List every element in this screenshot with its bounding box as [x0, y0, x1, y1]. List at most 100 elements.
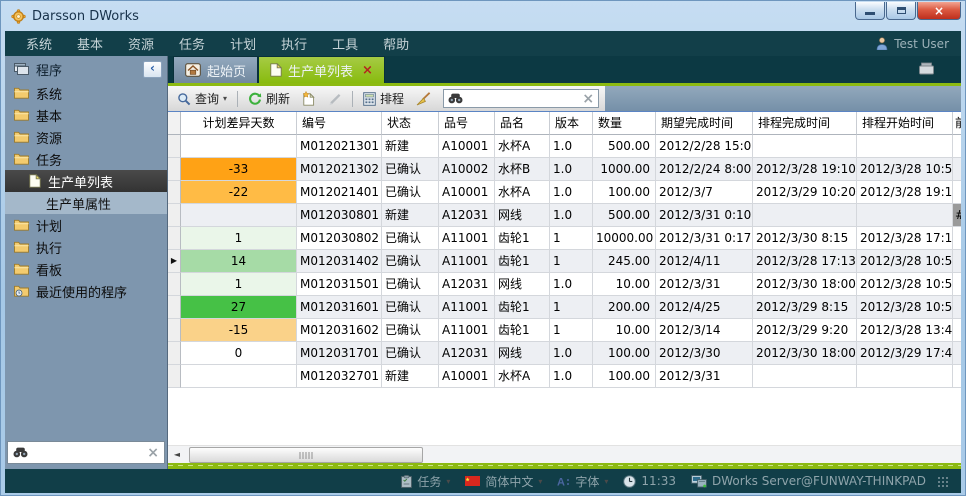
cell: 2012/3/28 13:40 — [857, 319, 953, 342]
edit-button[interactable] — [323, 90, 347, 108]
cell — [953, 273, 961, 296]
sidebar-item[interactable]: 生产单列表 — [5, 170, 167, 192]
titlebar[interactable]: Darsson DWorks × — [5, 0, 961, 31]
tab-close-icon[interactable]: × — [362, 63, 373, 78]
user-menu[interactable]: Test User — [876, 37, 949, 51]
table-row[interactable]: M012032701新建A10001水杯A1.0100.002012/3/31 — [168, 365, 961, 388]
close-button[interactable]: × — [917, 2, 961, 20]
table-row[interactable]: 1M012031501已确认A12031网线1.010.002012/3/312… — [168, 273, 961, 296]
toolbar-row: 查询▾ 刷新 排程 × — [168, 86, 961, 111]
scrollbar-thumb[interactable] — [189, 447, 423, 463]
table-row[interactable]: -33M012021302已确认A10002水杯B1.01000.002012/… — [168, 158, 961, 181]
sidebar-subitem[interactable]: 生产单属性 — [5, 192, 167, 214]
row-indicator — [168, 135, 181, 158]
column-header[interactable]: 排程完成时间 — [753, 112, 857, 135]
maximize-button[interactable] — [886, 2, 916, 20]
menu-item[interactable]: 基本 — [77, 34, 103, 53]
new-button[interactable] — [297, 89, 321, 108]
cell: A11001 — [439, 227, 495, 250]
menu-item[interactable]: 资源 — [128, 34, 154, 53]
pencil-icon — [328, 92, 342, 106]
row-indicator — [168, 319, 181, 342]
collapse-sidebar-button[interactable]: ‹ — [143, 61, 162, 78]
menu-item[interactable]: 任务 — [179, 34, 205, 53]
clear-search-icon[interactable]: × — [582, 92, 594, 106]
cell: 水杯A — [495, 365, 550, 388]
scrollbar-grip — [300, 452, 313, 459]
query-button[interactable]: 查询▾ — [172, 88, 232, 109]
cell: 2012/3/28 10:52 — [857, 296, 953, 319]
sidebar-spacer — [5, 302, 167, 439]
sidebar-item[interactable]: 任务 — [5, 148, 167, 170]
tab[interactable]: 起始页 — [173, 56, 258, 83]
resize-grip[interactable] — [937, 476, 948, 487]
menu-item[interactable]: 帮助 — [383, 34, 409, 53]
cell: A12031 — [439, 342, 495, 365]
program-window-icon — [14, 63, 29, 75]
cell: 2012/3/28 19:10 — [857, 181, 953, 204]
minimize-button[interactable] — [855, 2, 885, 20]
user-name: Test User — [894, 37, 949, 51]
schedule-button[interactable]: 排程 — [358, 88, 409, 109]
row-indicator — [168, 227, 181, 250]
column-header[interactable]: 状态 — [382, 112, 439, 135]
sidebar: 程序 ‹ 系统基本资源任务生产单列表生产单属性计划执行看板最近使用的程序 × — [5, 56, 168, 469]
tasks-menu[interactable]: 任务▾ — [401, 473, 450, 490]
toolbar-separator — [237, 91, 238, 107]
cell: 2012/3/28 10:52 — [857, 273, 953, 296]
sidebar-item[interactable]: 资源 — [5, 126, 167, 148]
tab-list-icon[interactable] — [918, 62, 935, 75]
menu-item[interactable]: 计划 — [230, 34, 256, 53]
cell: 新建 — [382, 365, 439, 388]
table-row[interactable]: M012021301新建A10001水杯A1.0500.002012/2/28 … — [168, 135, 961, 158]
cell: 2012/3/29 8:15 — [753, 296, 857, 319]
table-row[interactable]: ▶14M012031402已确认A11001齿轮11245.002012/4/1… — [168, 250, 961, 273]
sidebar-item[interactable]: 基本 — [5, 104, 167, 126]
column-header[interactable]: 品号 — [439, 112, 495, 135]
sidebar-item[interactable]: 看板 — [5, 258, 167, 280]
tabbar: 起始页生产单列表× — [168, 56, 961, 83]
column-header[interactable]: 数量 — [593, 112, 656, 135]
table-row[interactable]: 0M012031701已确认A12031网线1.0100.002012/3/30… — [168, 342, 961, 365]
column-header[interactable]: 排程开始时间 — [857, 112, 953, 135]
sidebar-item-label: 基本 — [36, 106, 62, 125]
toolbar-search-input[interactable] — [467, 91, 578, 107]
table-row[interactable]: 27M012031601已确认A11001齿轮11200.002012/4/25… — [168, 296, 961, 319]
column-header[interactable]: 前 — [953, 112, 961, 135]
column-header[interactable]: 品名 — [495, 112, 550, 135]
font-menu[interactable]: A字体▾ — [557, 473, 608, 490]
table-row[interactable]: 1M012030802已确认A11001齿轮1110000.002012/3/3… — [168, 227, 961, 250]
horizontal-scrollbar[interactable]: ◄ — [168, 445, 961, 463]
clear-search-icon[interactable]: × — [147, 446, 159, 460]
window-title: Darsson DWorks — [32, 9, 139, 24]
column-header[interactable]: 计划差异天数 — [181, 112, 297, 135]
scroll-left-arrow-icon[interactable]: ◄ — [171, 448, 183, 461]
chevron-down-icon: ▾ — [446, 477, 450, 486]
cell: 水杯A — [495, 135, 550, 158]
column-header[interactable]: 期望完成时间 — [656, 112, 753, 135]
cell: 2012/3/28 17:13 — [857, 227, 953, 250]
table-row[interactable]: M012030801新建A12031网线1.0500.002012/3/31 0… — [168, 204, 961, 227]
cell: A11001 — [439, 296, 495, 319]
sidebar-search-input[interactable] — [33, 445, 142, 461]
clean-button[interactable] — [411, 90, 436, 108]
menu-item[interactable]: 系统 — [26, 34, 52, 53]
menu-item[interactable]: 工具 — [332, 34, 358, 53]
column-header[interactable]: 编号 — [297, 112, 382, 135]
cell: 已确认 — [382, 273, 439, 296]
language-menu[interactable]: 简体中文▾ — [465, 473, 542, 490]
table-row[interactable]: -22M012021401已确认A10001水杯A1.0100.002012/3… — [168, 181, 961, 204]
sidebar-item[interactable]: 系统 — [5, 82, 167, 104]
table-row[interactable]: -15M012031602已确认A11001齿轮1110.002012/3/14… — [168, 319, 961, 342]
server-display[interactable]: DWorks Server@FUNWAY-THINKPAD — [691, 474, 926, 488]
menu-item[interactable]: 执行 — [281, 34, 307, 53]
cell — [753, 204, 857, 227]
tab[interactable]: 生产单列表× — [258, 56, 385, 83]
sidebar-item[interactable]: 计划 — [5, 214, 167, 236]
sidebar-item[interactable]: 执行 — [5, 236, 167, 258]
clock-display[interactable]: 11:33 — [623, 474, 676, 488]
sidebar-item[interactable]: 最近使用的程序 — [5, 280, 167, 302]
cell — [181, 135, 297, 158]
refresh-button[interactable]: 刷新 — [243, 88, 295, 109]
column-header[interactable]: 版本 — [550, 112, 593, 135]
